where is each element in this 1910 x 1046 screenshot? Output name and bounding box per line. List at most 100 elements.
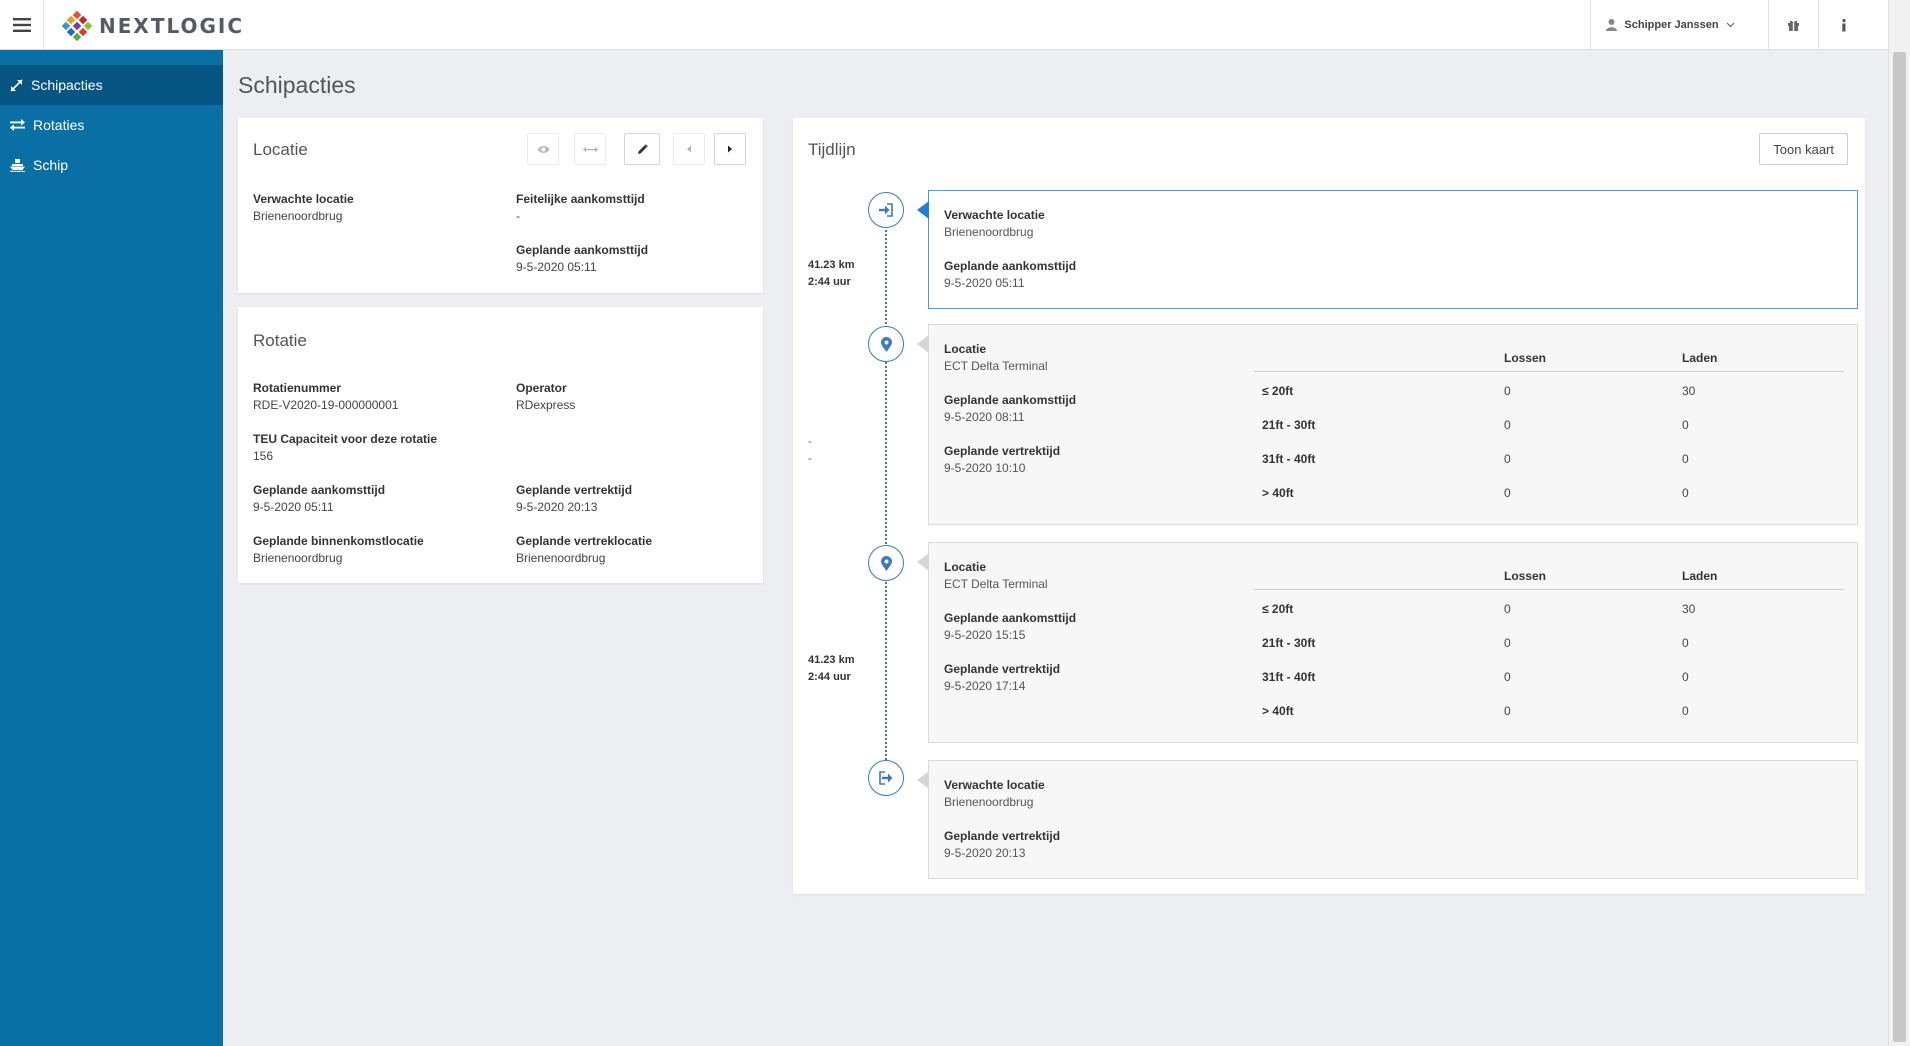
top-bar: NEXTLOGIC Schipper Janssen [0, 0, 1888, 50]
info-button[interactable] [1818, 0, 1868, 50]
geplande-vertrektijd-field: Geplande vertrektijd 9-5-2020 20:13 [516, 482, 632, 516]
gift-icon [1788, 20, 1799, 31]
entry-pointer [917, 201, 929, 219]
field-value: 9-5-2020 05:11 [516, 260, 597, 274]
user-icon [1606, 19, 1618, 31]
timeline-node-location[interactable] [868, 326, 904, 362]
rotatie-card: Rotatie Rotatienummer RDE-V2020-19-00000… [238, 307, 763, 583]
chevron-down-icon [1726, 22, 1735, 28]
chevron-right-icon [728, 145, 732, 153]
table-row: > 40ft 0 0 [1254, 474, 1844, 508]
cargo-size: > 40ft [1262, 486, 1294, 500]
arrows-horizontal-icon [582, 146, 598, 152]
field-label: Verwachte locatie [944, 208, 1045, 222]
segment-time: - [808, 453, 812, 465]
segment-time: 2:44 uur [808, 276, 851, 288]
entry-field: Geplande vertrektijd 9-5-2020 20:13 [944, 828, 1060, 862]
timeline-entry[interactable]: Locatie ECT Delta Terminal Geplande aank… [917, 542, 1858, 743]
field-value: - [516, 209, 520, 223]
entry-field: Geplande aankomsttijd 9-5-2020 05:11 [944, 258, 1076, 292]
eye-icon [537, 145, 549, 153]
field-value: RDexpress [516, 398, 576, 412]
field-value: Brienenoordbrug [516, 551, 606, 565]
header-laden: Laden [1682, 351, 1718, 365]
field-label: Locatie [944, 560, 987, 574]
sidebar-item-schip[interactable]: Schip [0, 145, 223, 185]
field-value: ECT Delta Terminal [944, 577, 1048, 591]
cargo-table: Lossen Laden ≤ 20ft 0 30 21ft - 30ft 0 0… [1254, 565, 1844, 726]
field-label: Geplande vertrektijd [944, 662, 1061, 676]
timeline-node-end[interactable] [868, 760, 904, 796]
field-label: Geplande aankomsttijd [944, 393, 1077, 407]
next-button[interactable] [714, 133, 746, 165]
exchange-icon [10, 119, 25, 131]
range-button[interactable] [574, 133, 606, 165]
timeline-entry[interactable]: Verwachte locatie Brienenoordbrug Geplan… [917, 760, 1858, 879]
timeline-node-start[interactable] [868, 192, 904, 228]
entry-field: Geplande vertrektijd 9-5-2020 10:10 [944, 443, 1060, 477]
field-value: 9-5-2020 10:10 [944, 461, 1026, 475]
cargo-lossen: 0 [1504, 602, 1511, 616]
sidebar: Schipacties Rotaties Schip [0, 50, 223, 1046]
menu-toggle-button[interactable] [0, 0, 44, 50]
cargo-lossen: 0 [1504, 384, 1511, 398]
scrollbar-thumb[interactable] [1893, 52, 1906, 1042]
field-label: Geplande vertrektijd [944, 829, 1061, 843]
edit-button[interactable] [624, 133, 660, 165]
page-scrollbar[interactable] [1888, 0, 1910, 1046]
cargo-size: 21ft - 30ft [1262, 418, 1316, 432]
pencil-icon [637, 143, 648, 154]
cargo-size: > 40ft [1262, 704, 1294, 718]
field-value: Brienenoordbrug [253, 209, 343, 223]
field-label: Geplande vertrektijd [944, 444, 1061, 458]
brand-name: NEXTLOGIC [99, 14, 245, 38]
map-marker-icon [880, 555, 892, 571]
brand-logo[interactable]: NEXTLOGIC [62, 11, 245, 41]
segment-km: 41.23 km [808, 654, 855, 666]
table-row: > 40ft 0 0 [1254, 692, 1844, 726]
geplande-aankomsttijd-field: Geplande aankomsttijd 9-5-2020 05:11 [253, 482, 385, 516]
cargo-laden: 30 [1682, 602, 1696, 616]
timeline-node-location[interactable] [868, 545, 904, 581]
segment-distance: 41.23 km 2:44 uur [808, 652, 854, 686]
cargo-size: 31ft - 40ft [1262, 670, 1316, 684]
ship-icon [10, 158, 25, 172]
header-lossen: Lossen [1504, 569, 1547, 583]
timeline-entry[interactable]: Locatie ECT Delta Terminal Geplande aank… [917, 324, 1858, 525]
sidebar-item-rotaties[interactable]: Rotaties [0, 105, 223, 145]
entry-field: Geplande aankomsttijd 9-5-2020 15:15 [944, 610, 1076, 644]
cargo-table: Lossen Laden ≤ 20ft 0 30 21ft - 30ft 0 0… [1254, 347, 1844, 508]
nextlogic-logo-icon [62, 11, 92, 41]
field-value: RDE-V2020-19-000000001 [253, 398, 399, 412]
header-lossen: Lossen [1504, 351, 1547, 365]
geplande-vertreklocatie-field: Geplande vertreklocatie Brienenoordbrug [516, 533, 652, 567]
feitelijke-aankomsttijd-field: Feitelijke aankomsttijd - [516, 191, 645, 225]
sidebar-item-label: Schipacties [31, 77, 103, 93]
sidebar-item-schipacties[interactable]: Schipacties [0, 65, 223, 105]
info-icon [1841, 18, 1846, 31]
user-menu[interactable]: Schipper Janssen [1590, 0, 1750, 50]
previous-button[interactable] [673, 133, 705, 165]
verwachte-locatie-field: Verwachte locatie Brienenoordbrug [253, 191, 354, 225]
field-label: Verwachte locatie [253, 192, 354, 206]
toon-kaart-button[interactable]: Toon kaart [1759, 133, 1848, 165]
entry-field: Verwachte locatie Brienenoordbrug [944, 777, 1045, 811]
user-name: Schipper Janssen [1624, 19, 1719, 31]
cargo-laden: 0 [1682, 418, 1689, 432]
gift-button[interactable] [1768, 0, 1818, 50]
timeline-entry[interactable]: Verwachte locatie Brienenoordbrug Geplan… [917, 190, 1858, 309]
entry-field: Geplande aankomsttijd 9-5-2020 08:11 [944, 392, 1076, 426]
cargo-lossen: 0 [1504, 670, 1511, 684]
timeline-line [885, 210, 887, 780]
geplande-aankomsttijd-field: Geplande aankomsttijd 9-5-2020 05:11 [516, 242, 648, 276]
map-marker-icon [880, 336, 892, 352]
locatie-card: Locatie Verwachte locatie Brienenoordbru… [238, 118, 763, 293]
field-value: Brienenoordbrug [944, 225, 1034, 239]
segment-km: - [808, 436, 812, 448]
cargo-lossen: 0 [1504, 704, 1511, 718]
segment-time: 2:44 uur [808, 671, 851, 683]
entry-pointer [917, 553, 929, 571]
view-button[interactable] [527, 133, 559, 165]
cargo-size: ≤ 20ft [1262, 602, 1294, 616]
field-value: 9-5-2020 05:11 [253, 500, 334, 514]
